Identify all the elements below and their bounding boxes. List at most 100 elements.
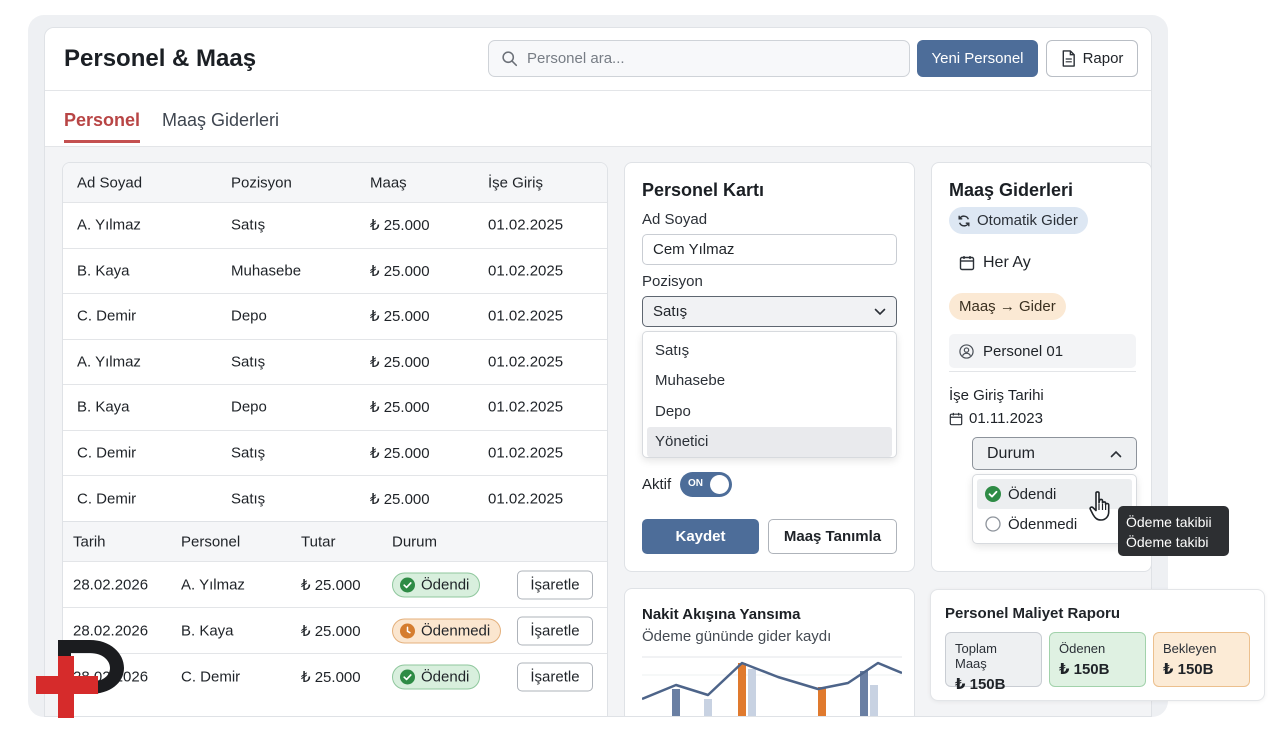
position-dropdown: Satış Muhasebe Depo Yönetici [642,331,897,458]
cell-name: B. Kaya [77,262,130,280]
status-badge-paid: Ödendi [392,572,481,597]
chevron-down-icon [874,308,886,315]
column-header[interactable]: Maaş [370,174,407,191]
mark-button[interactable]: İşaretle [517,662,593,692]
user-circle-icon [959,343,974,359]
cell-salary: ₺ 25.000 [370,308,430,326]
tab-salary-expenses[interactable]: Maaş Giderleri [162,110,279,140]
cell-name: C. Demir [77,307,137,325]
column-header[interactable]: Durum [392,533,437,550]
empty-circle-icon [985,516,1001,532]
save-button[interactable]: Kaydet [642,519,759,554]
tab-personel[interactable]: Personel [64,110,141,143]
active-toggle[interactable]: ON [680,472,732,497]
cell-position: Satış [231,490,266,508]
column-header[interactable]: Pozisyon [231,174,292,191]
position-option[interactable]: Depo [643,396,896,427]
table-row[interactable]: C. Demir Satış ₺ 25.000 01.02.2025 [63,431,607,476]
define-salary-button[interactable]: Maaş Tanımla [768,519,897,554]
toggle-state-text: ON [688,478,703,489]
cell-start-date: 01.02.2025 [488,444,564,462]
cell-position: Satış [231,444,266,462]
new-employee-button[interactable]: Yeni Personel [917,40,1038,77]
chevron-up-icon [1110,450,1122,457]
cell-amount: ₺ 25.000 [301,576,361,594]
cash-flow-subtitle: Ödeme gününde gider kaydı [642,628,832,645]
column-header[interactable]: Tarih [73,533,106,550]
table-row[interactable]: A. Yılmaz Satış ₺ 25.000 01.02.2025 [63,203,607,249]
employee-selector-value: Personel 01 [983,342,1064,360]
calendar-icon [959,256,975,271]
status-text: Ödendi [421,668,470,686]
refresh-icon [958,214,970,227]
cost-report-title: Personel Maliyet Raporu [945,605,1121,622]
chart-bar [818,687,826,716]
column-header[interactable]: İşe Giriş [488,174,543,191]
table-row[interactable]: C. Demir Depo ₺ 25.000 01.02.2025 [63,294,607,340]
cell-salary: ₺ 25.000 [370,444,430,462]
report-button[interactable]: Rapor [1046,40,1138,77]
tooltip-line: Ödeme takibii [1126,514,1212,530]
cash-flow-title: Nakit Akışına Yansıma [642,606,801,623]
header: Personel & Maaş Yeni Personel Rapor [45,28,1151,91]
cell-salary: ₺ 25.000 [370,262,430,280]
start-date-value: 01.11.2023 [969,410,1043,427]
position-option[interactable]: Muhasebe [643,366,896,397]
employee-selector[interactable]: Personel 01 [949,334,1136,368]
column-header[interactable]: Ad Soyad [77,174,142,191]
frequency: Her Ay [959,254,1031,272]
position-option[interactable]: Satış [643,335,896,366]
search-box[interactable] [488,40,910,77]
employee-card-title: Personel Kartı [642,180,765,200]
chart-bar [738,663,746,716]
check-circle-icon [400,669,415,685]
report-button-label: Rapor [1082,50,1124,67]
salary-expenses-title: Maaş Giderleri [949,180,1074,200]
status-option-label: Ödenmedi [1008,515,1078,533]
divider [949,371,1136,372]
start-date[interactable]: 01.11.2023 [949,410,1043,427]
cell-start-date: 01.02.2025 [488,490,564,508]
cell-name: B. Kaya [77,398,130,416]
status-select[interactable]: Durum [972,437,1137,470]
brand-logo [36,640,124,718]
kpi-label: Toplam Maaş [955,641,997,671]
kpi-pending: Bekleyen ₺ 150B [1153,632,1250,687]
kpi-label: Bekleyen [1163,641,1217,656]
cell-start-date: 01.02.2025 [488,216,564,234]
mark-button[interactable]: İşaretle [517,570,593,599]
position-select[interactable]: Satış [642,296,897,327]
check-circle-icon [985,486,1001,502]
table-row[interactable]: B. Kaya Muhasebe ₺ 25.000 01.02.2025 [63,249,607,294]
cell-employee: B. Kaya [181,622,234,639]
position-option[interactable]: Yönetici [647,426,892,457]
check-circle-icon [400,577,415,592]
table-row: 28.02.2026 B. Kaya ₺ 25.000 Ödenmedi İşa… [63,608,607,654]
tooltip: Ödeme takibii Ödeme takibi [1118,506,1229,556]
employee-table: Ad Soyad Pozisyon Maaş İşe Giriş A. Yılm… [62,162,608,522]
auto-expense-pill[interactable]: Otomatik Gider [949,207,1088,234]
cell-position: Muhasebe [231,262,302,280]
chart-bar [704,699,712,716]
column-header[interactable]: Tutar [301,533,335,550]
chart-bar [672,689,680,716]
cell-position: Satış [231,353,266,371]
table-row[interactable]: C. Demir Satış ₺ 25.000 01.02.2025 [63,476,607,521]
search-input[interactable] [527,50,887,67]
column-header[interactable]: Personel [181,533,240,550]
position-select-value: Satış [653,303,688,320]
status-select-label: Durum [987,444,1036,462]
status-option-label: Ödendi [1008,485,1057,503]
page-title: Personel & Maaş [64,45,257,72]
table-row[interactable]: B. Kaya Depo ₺ 25.000 01.02.2025 [63,385,607,431]
mark-button[interactable]: İşaretle [517,616,593,645]
document-icon [1062,50,1075,67]
cell-name: A. Yılmaz [77,216,141,234]
name-input[interactable] [642,234,897,265]
clock-icon [400,623,415,638]
cell-salary: ₺ 25.000 [370,353,430,371]
chart-bar [860,671,868,716]
cell-employee: C. Demir [181,668,241,686]
cell-salary: ₺ 25.000 [370,399,430,417]
table-row[interactable]: A. Yılmaz Satış ₺ 25.000 01.02.2025 [63,340,607,385]
